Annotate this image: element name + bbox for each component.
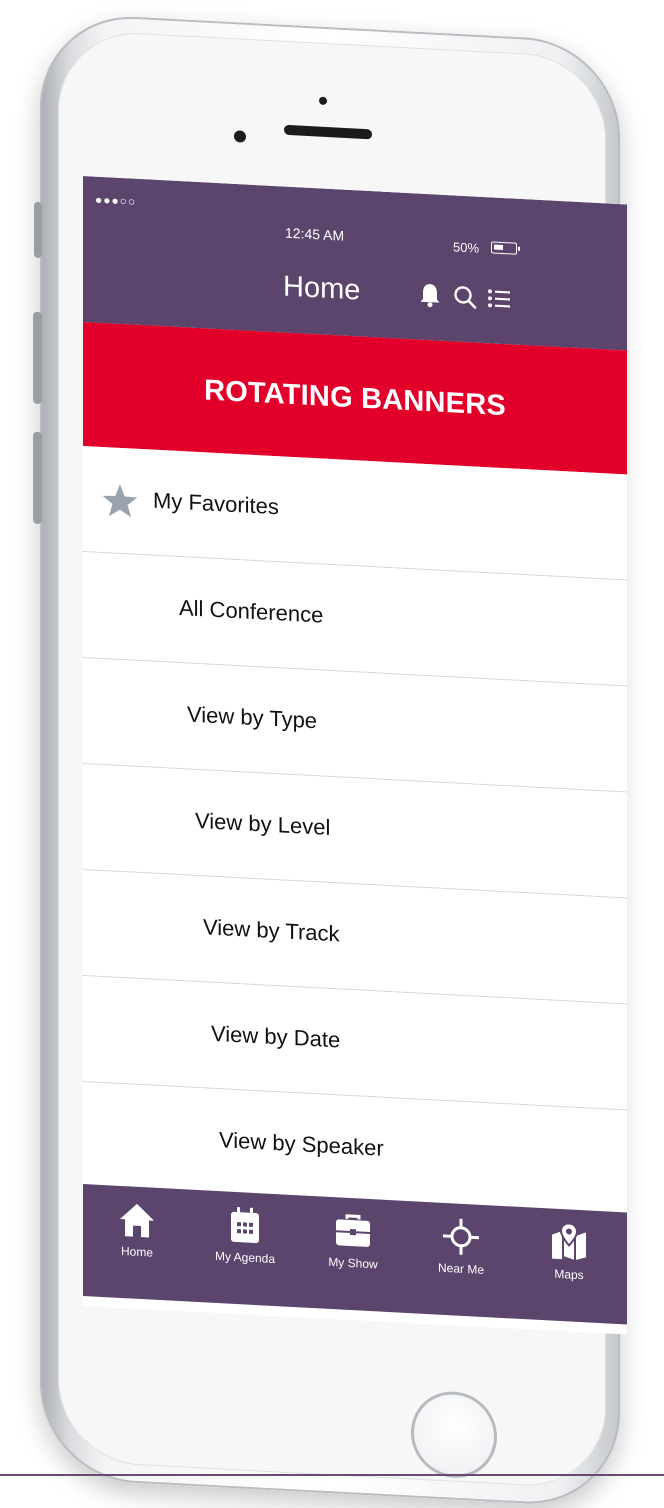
menu-item-label: View by Speaker bbox=[219, 1127, 384, 1162]
signal-strength: ●●●○○ bbox=[95, 193, 136, 209]
bottom-divider bbox=[0, 1474, 664, 1476]
app-screen: ●●●○○ 12:45 AM 50% Home bbox=[83, 176, 627, 1335]
tab-label: Maps bbox=[515, 1265, 623, 1285]
tab-label: Home bbox=[83, 1242, 191, 1262]
home-icon bbox=[117, 1200, 157, 1240]
menu-list: My Favorites All Conference View by Type… bbox=[83, 446, 627, 1217]
battery-icon bbox=[491, 241, 517, 254]
battery-percentage: 50% bbox=[453, 239, 479, 255]
proximity-sensor bbox=[319, 97, 327, 105]
tab-label: My Agenda bbox=[191, 1248, 299, 1268]
menu-item-label: My Favorites bbox=[153, 488, 279, 521]
tab-my-show[interactable]: My Show bbox=[299, 1195, 407, 1313]
bell-icon[interactable] bbox=[419, 282, 441, 309]
page-title: Home bbox=[283, 270, 360, 307]
status-time: 12:45 AM bbox=[285, 225, 344, 244]
tab-label: Near Me bbox=[407, 1259, 515, 1279]
front-camera bbox=[234, 130, 246, 143]
top-bar: ●●●○○ 12:45 AM 50% Home bbox=[83, 176, 627, 351]
menu-item-label: All Conference bbox=[179, 595, 323, 629]
crosshair-icon bbox=[442, 1217, 480, 1257]
menu-list-icon[interactable] bbox=[487, 285, 511, 312]
menu-item-label: View by Type bbox=[187, 701, 317, 734]
briefcase-icon bbox=[334, 1211, 372, 1251]
search-icon[interactable] bbox=[453, 283, 477, 310]
home-button[interactable] bbox=[411, 1389, 497, 1480]
earpiece-speaker bbox=[284, 125, 372, 140]
menu-item-label: View by Track bbox=[203, 914, 340, 947]
menu-item-label: View by Date bbox=[211, 1021, 340, 1054]
tab-near-me[interactable]: Near Me bbox=[407, 1201, 515, 1319]
menu-item-label: View by Level bbox=[195, 808, 330, 841]
tab-home[interactable]: Home bbox=[83, 1184, 191, 1302]
star-icon bbox=[101, 481, 139, 521]
volume-up-button bbox=[33, 312, 42, 404]
tab-my-agenda[interactable]: My Agenda bbox=[191, 1190, 299, 1308]
map-pin-icon bbox=[550, 1222, 588, 1262]
tab-label: My Show bbox=[299, 1253, 407, 1273]
calendar-icon bbox=[228, 1206, 262, 1246]
mute-switch bbox=[34, 202, 42, 258]
volume-down-button bbox=[33, 432, 42, 524]
tab-maps[interactable]: Maps bbox=[515, 1207, 623, 1325]
banner-text: ROTATING BANNERS bbox=[204, 374, 506, 423]
device-mockup: ●●●○○ 12:45 AM 50% Home bbox=[0, 0, 664, 1490]
